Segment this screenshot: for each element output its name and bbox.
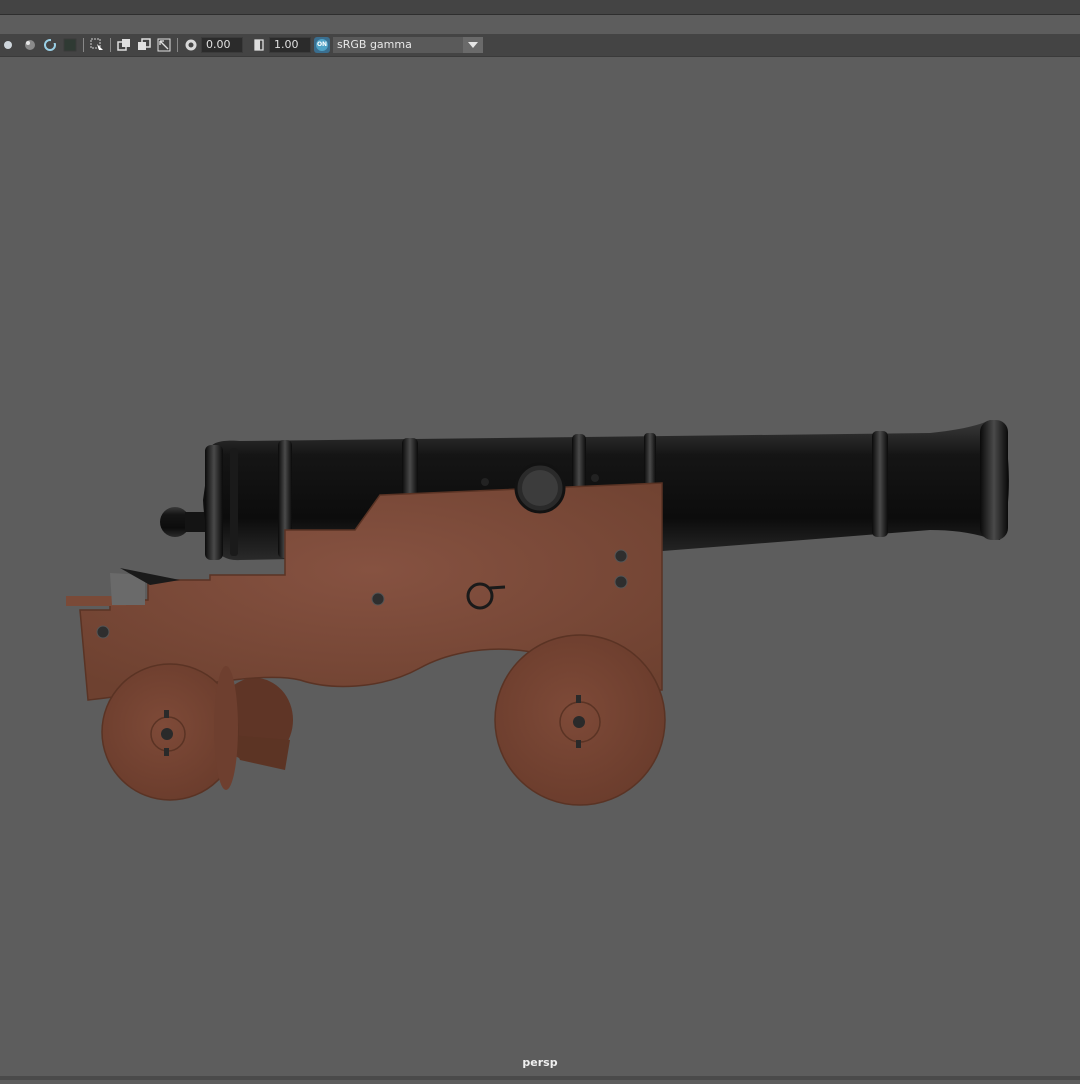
region-icon[interactable] (62, 37, 78, 53)
color-management-badge: ON (316, 39, 328, 51)
menu-strip (0, 0, 1080, 15)
colorspace-dropdown[interactable]: sRGB gamma (333, 37, 483, 53)
carriage-bolt (614, 549, 628, 563)
linchpin (164, 710, 169, 718)
camera-label: persp (522, 1056, 558, 1069)
cannon-model (66, 420, 1009, 806)
trunnion-bolt (481, 478, 489, 486)
chevron-down-icon[interactable] (463, 37, 483, 53)
front-axle-pin (573, 716, 585, 728)
gamma-icon[interactable] (251, 37, 267, 53)
colorspace-selected: sRGB gamma (337, 38, 412, 51)
muzzle-ring (872, 431, 888, 537)
toolbar-divider (110, 38, 111, 52)
toolbar-divider (177, 38, 178, 52)
viewport-toolbar: 0.00 1.00 ON sRGB gamma (0, 34, 1080, 57)
carriage-bolt (371, 592, 385, 606)
color-management-toggle[interactable]: ON (314, 37, 330, 53)
select-icon[interactable] (89, 37, 105, 53)
copy-icon[interactable] (116, 37, 132, 53)
linchpin (576, 695, 581, 703)
muzzle-lip (980, 420, 1008, 540)
rear-wheel-rim (214, 666, 238, 790)
carriage-bolt (614, 575, 628, 589)
viewport-border (0, 1076, 1080, 1080)
3d-viewport[interactable] (0, 57, 1080, 1080)
carriage-bolt (96, 625, 110, 639)
resize-icon[interactable] (156, 37, 172, 53)
trunnion-bolt (591, 474, 599, 482)
rear-axle-pin (161, 728, 173, 740)
trunnion-face (522, 470, 558, 506)
gamma-field[interactable]: 1.00 (269, 37, 311, 53)
toolbar-divider (83, 38, 84, 52)
shading-icon[interactable] (22, 37, 38, 53)
display-icon[interactable] (2, 37, 18, 53)
breech-ring-inner (230, 448, 238, 556)
exposure-icon[interactable] (183, 37, 199, 53)
exposure-field[interactable]: 0.00 (201, 37, 243, 53)
cascabel-neck (185, 512, 205, 532)
refresh-icon[interactable] (42, 37, 58, 53)
linchpin (576, 740, 581, 748)
linchpin (164, 748, 169, 756)
breech-ring (205, 445, 223, 560)
ring-bolt-shank (489, 585, 506, 590)
overlay-icon[interactable] (136, 37, 152, 53)
rear-axle (230, 735, 290, 770)
